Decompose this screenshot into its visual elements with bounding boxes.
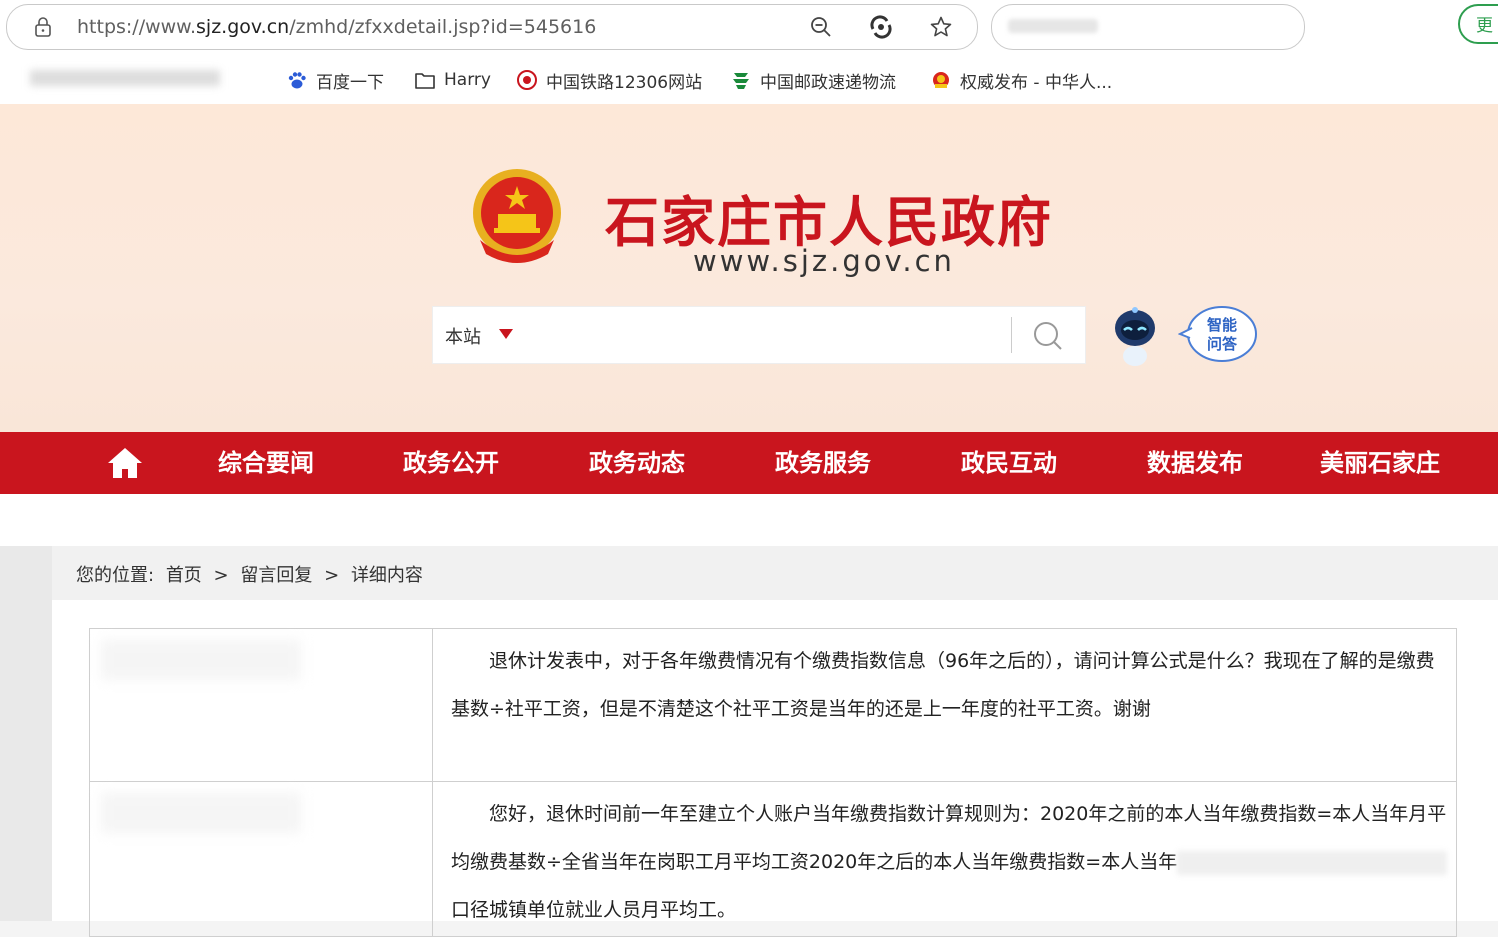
- update-button[interactable]: 更: [1458, 4, 1498, 44]
- qa-label-line2: 问答: [1207, 335, 1238, 353]
- smart-qa-bubble[interactable]: 智能 问答: [1178, 304, 1258, 364]
- favorite-star-icon[interactable]: [929, 15, 953, 39]
- national-emblem-icon: [933, 72, 949, 88]
- search-scope-select[interactable]: 本站: [445, 323, 481, 349]
- bookmark-12306[interactable]: 中国铁路12306网站: [516, 66, 702, 94]
- nav-item-data-release[interactable]: 数据发布: [1147, 432, 1243, 494]
- zoom-out-icon[interactable]: [809, 15, 833, 39]
- message-detail: 退休计发表中，对于各年缴费情况有个缴费指数信息（96年之后的），请问计算公式是什…: [52, 600, 1498, 937]
- nav-item-news[interactable]: 综合要闻: [218, 432, 314, 494]
- message-table: 退休计发表中，对于各年缴费情况有个缴费指数信息（96年之后的），请问计算公式是什…: [89, 628, 1457, 937]
- qa-label-line1: 智能: [1207, 316, 1237, 334]
- breadcrumb-section-link[interactable]: 留言回复: [240, 565, 312, 586]
- question-text: 退休计发表中，对于各年缴费情况有个缴费指数信息（96年之后的），请问计算公式是什…: [451, 650, 1435, 720]
- baidu-paw-icon: [288, 72, 306, 89]
- question-row: 退休计发表中，对于各年缴费情况有个缴费指数信息（96年之后的），请问计算公式是什…: [89, 628, 1457, 782]
- national-emblem-icon: [473, 169, 561, 263]
- bookmark-label: 百度一下: [316, 72, 384, 93]
- nav-item-gov-updates[interactable]: 政务动态: [589, 432, 685, 494]
- read-aloud-icon[interactable]: [869, 15, 893, 39]
- reply-cell: 您好，退休时间前一年至建立个人账户当年缴费指数计算规则为：2020年之前的本人当…: [432, 781, 1457, 937]
- browser-chrome: https://www.sjz.gov.cn/zmhd/zfxxdetail.j…: [0, 0, 1498, 104]
- bookmark-gov[interactable]: 权威发布 - 中华人...: [930, 66, 1112, 94]
- search-divider: [1011, 317, 1012, 353]
- railway-logo-icon: [517, 70, 537, 90]
- reply-text-part2: 口径城镇单位就业人员月平均工。: [451, 899, 737, 921]
- side-margin: [0, 546, 52, 921]
- breadcrumb-separator: >: [324, 565, 340, 586]
- address-bar[interactable]: https://www.sjz.gov.cn/zmhd/zfxxdetail.j…: [6, 4, 978, 50]
- browser-search-box[interactable]: [991, 4, 1305, 50]
- bookmark-label: Harry: [444, 70, 491, 90]
- bookmark-harry[interactable]: Harry: [414, 66, 491, 94]
- bookmark-label: 权威发布 - 中华人...: [960, 72, 1113, 93]
- robot-assistant-icon[interactable]: [1110, 304, 1160, 370]
- question-label-cell: [89, 628, 433, 782]
- url-text[interactable]: https://www.sjz.gov.cn/zmhd/zfxxdetail.j…: [77, 16, 596, 38]
- blurred-bookmark[interactable]: [30, 70, 220, 86]
- bookmark-label: 中国邮政速递物流: [760, 72, 896, 93]
- nav-item-gov-services[interactable]: 政务服务: [775, 432, 871, 494]
- home-icon[interactable]: [106, 446, 144, 480]
- redacted-text: [1177, 850, 1448, 875]
- folder-icon: [415, 73, 435, 89]
- breadcrumb: 您的位置: 首页 > 留言回复 > 详细内容: [52, 546, 1498, 600]
- site-search-box: 本站: [432, 306, 1086, 364]
- site-domain: www.sjz.gov.cn: [693, 244, 955, 278]
- nav-item-interaction[interactable]: 政民互动: [961, 432, 1057, 494]
- question-cell: 退休计发表中，对于各年缴费情况有个缴费指数信息（96年之后的），请问计算公式是什…: [432, 628, 1457, 782]
- nav-item-open-gov[interactable]: 政务公开: [403, 432, 499, 494]
- breadcrumb-prefix: 您的位置:: [76, 565, 155, 586]
- dropdown-triangle-icon[interactable]: [499, 329, 513, 339]
- nav-item-beautiful-sjz[interactable]: 美丽石家庄: [1320, 432, 1440, 494]
- china-post-logo-icon: [733, 73, 749, 89]
- bookmark-baidu[interactable]: 百度一下: [286, 66, 384, 94]
- search-icon[interactable]: [1031, 319, 1065, 353]
- breadcrumb-separator: >: [213, 565, 229, 586]
- breadcrumb-current: 详细内容: [350, 565, 423, 586]
- breadcrumb-home-link[interactable]: 首页: [166, 565, 202, 586]
- search-input[interactable]: [525, 317, 999, 355]
- bookmark-label: 中国铁路12306网站: [546, 72, 703, 93]
- spacer: [0, 494, 1498, 546]
- bookmark-ems[interactable]: 中国邮政速递物流: [730, 66, 896, 94]
- reply-label-cell: [89, 781, 433, 937]
- site-header: 石家庄市人民政府 www.sjz.gov.cn 本站 智能 问答: [0, 104, 1498, 432]
- reply-text: 您好，退休时间前一年至建立个人账户当年缴费指数计算规则为：2020年之前的本人当…: [451, 790, 1448, 934]
- main-nav: 综合要闻 政务公开 政务动态 政务服务 政民互动 数据发布 美丽石家庄: [0, 432, 1498, 494]
- reply-row: 您好，退休时间前一年至建立个人账户当年缴费指数计算规则为：2020年之前的本人当…: [89, 781, 1457, 937]
- lock-icon[interactable]: [33, 17, 53, 37]
